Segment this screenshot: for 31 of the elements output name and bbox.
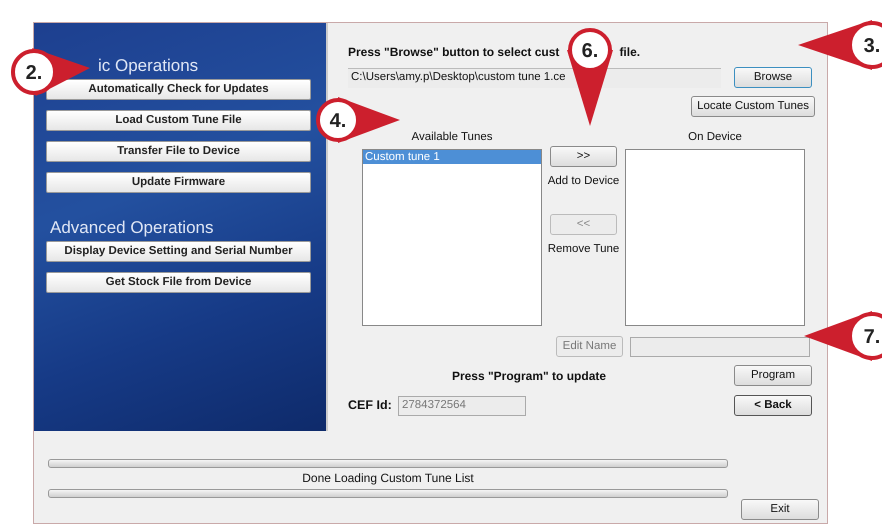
callout-number: 3. [864, 35, 880, 57]
sidebar-button[interactable]: Load Custom Tune File [46, 110, 311, 131]
exit-button[interactable]: Exit [741, 499, 819, 520]
callout-number: 7. [864, 326, 880, 348]
status-message: Done Loading Custom Tune List [301, 471, 475, 485]
program-button[interactable]: Program [734, 365, 812, 386]
file-path-field[interactable]: C:\Users\amy.p\Desktop\custom tune 1.ce [348, 68, 721, 88]
transfer-caption: Remove Tune [548, 242, 620, 258]
sidebar-button[interactable]: Display Device Setting and Serial Number [46, 241, 311, 262]
callout-number: 4. [330, 110, 346, 132]
callout-number: 2. [26, 62, 42, 84]
callout-number: 6. [582, 40, 598, 62]
list-label: Available Tunes [412, 130, 492, 145]
section-heading: Advanced Operations [50, 217, 214, 239]
sidebar-button[interactable]: Update Firmware [46, 172, 311, 193]
list-label: On Device [688, 130, 742, 145]
sidebar-button[interactable]: Get Stock File from Device [46, 272, 311, 293]
instruction-text: file. [619, 44, 640, 61]
transfer-button[interactable]: >> [550, 146, 617, 167]
sidebar-button[interactable]: Automatically Check for Updates [46, 79, 311, 100]
cef-id-label: CEF Id: [348, 397, 393, 414]
instruction-text: Press "Browse" button to select cust [348, 44, 560, 61]
sidebar-button[interactable]: Transfer File to Device [46, 141, 311, 162]
locate-custom-tunes-button[interactable]: Locate Custom Tunes [691, 96, 815, 117]
program-hint: Press "Program" to update [450, 368, 608, 385]
section-heading: ic Operations [98, 55, 200, 77]
transfer-caption: Add to Device [548, 174, 620, 189]
list-box[interactable] [625, 149, 805, 326]
cef-id-field[interactable]: 2784372564 [398, 396, 526, 416]
browse-button[interactable]: Browse [734, 67, 812, 88]
back-button[interactable]: < Back [734, 395, 812, 416]
